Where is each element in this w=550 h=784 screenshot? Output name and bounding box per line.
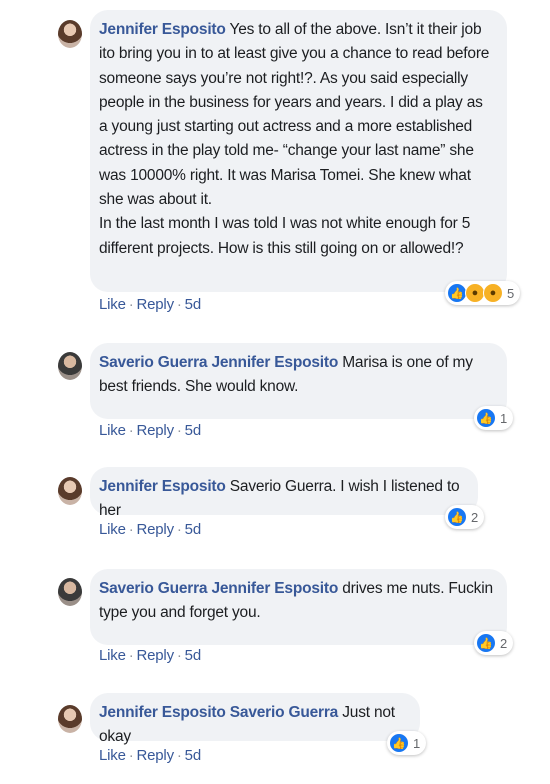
reply-link[interactable]: Reply bbox=[137, 647, 175, 664]
like-icon: 👍 bbox=[476, 408, 496, 428]
comment-author[interactable]: Jennifer Esposito bbox=[99, 704, 226, 721]
comment-mention[interactable]: Jennifer Esposito bbox=[211, 580, 338, 597]
like-icon: 👍 bbox=[447, 507, 467, 527]
reaction-count: 1 bbox=[500, 410, 508, 426]
reaction-summary[interactable]: 👍 2 bbox=[445, 505, 485, 529]
comment-actions: Like · Reply · 5d bbox=[99, 422, 201, 439]
comment-bubble: Jennifer Esposito Saverio Guerra. I wish… bbox=[90, 467, 478, 519]
comment-bubble: Jennifer Esposito Yes to all of the abov… bbox=[90, 10, 507, 292]
reaction-count: 5 bbox=[507, 285, 515, 301]
like-link[interactable]: Like bbox=[99, 296, 126, 313]
reply-link[interactable]: Reply bbox=[137, 521, 175, 538]
like-icon: 👍 bbox=[447, 283, 467, 303]
comment-author[interactable]: Jennifer Esposito bbox=[99, 478, 226, 495]
reaction-summary[interactable]: 👍 2 bbox=[474, 631, 514, 655]
timestamp[interactable]: 5d bbox=[185, 521, 202, 538]
reaction-summary[interactable]: 👍 1 bbox=[387, 731, 427, 755]
timestamp[interactable]: 5d bbox=[185, 647, 202, 664]
comment-bubble: Saverio Guerra Jennifer Esposito drives … bbox=[90, 569, 507, 645]
timestamp[interactable]: 5d bbox=[185, 422, 202, 439]
reaction-summary[interactable]: 👍 1 bbox=[474, 406, 514, 430]
wow-icon: ● bbox=[465, 283, 485, 303]
comment-text: Yes to all of the above. Isn’t it their … bbox=[99, 21, 490, 257]
separator: · bbox=[128, 296, 134, 313]
comment-actions: Like · Reply · 5d bbox=[99, 521, 201, 538]
avatar[interactable] bbox=[58, 477, 82, 505]
reaction-count: 1 bbox=[413, 735, 421, 751]
comment-author[interactable]: Saverio Guerra bbox=[99, 580, 208, 597]
comment-actions: Like · Reply · 5d bbox=[99, 747, 201, 764]
separator: · bbox=[176, 647, 182, 664]
like-icon: 👍 bbox=[476, 633, 496, 653]
avatar[interactable] bbox=[58, 705, 82, 733]
comment-actions: Like · Reply · 5d bbox=[99, 647, 201, 664]
separator: · bbox=[128, 422, 134, 439]
comment-bubble: Saverio Guerra Jennifer Esposito Marisa … bbox=[90, 343, 507, 419]
separator: · bbox=[128, 521, 134, 538]
comment-author[interactable]: Saverio Guerra bbox=[99, 354, 208, 371]
separator: · bbox=[128, 647, 134, 664]
comment-mention[interactable]: Jennifer Esposito bbox=[211, 354, 338, 371]
reaction-count: 2 bbox=[471, 509, 479, 525]
separator: · bbox=[176, 296, 182, 313]
like-link[interactable]: Like bbox=[99, 747, 126, 764]
reaction-count: 2 bbox=[500, 635, 508, 651]
avatar[interactable] bbox=[58, 352, 82, 380]
reply-link[interactable]: Reply bbox=[137, 747, 175, 764]
avatar[interactable] bbox=[58, 20, 82, 48]
timestamp[interactable]: 5d bbox=[185, 296, 202, 313]
comment-mention[interactable]: Saverio Guerra bbox=[230, 704, 339, 721]
avatar[interactable] bbox=[58, 578, 82, 606]
sad-icon: ● bbox=[483, 283, 503, 303]
comment-author[interactable]: Jennifer Esposito bbox=[99, 21, 226, 38]
like-link[interactable]: Like bbox=[99, 521, 126, 538]
reply-link[interactable]: Reply bbox=[137, 422, 175, 439]
comment-bubble: Jennifer Esposito Saverio Guerra Just no… bbox=[90, 693, 420, 745]
comment-thread: Jennifer Esposito Yes to all of the abov… bbox=[0, 0, 550, 784]
like-link[interactable]: Like bbox=[99, 647, 126, 664]
separator: · bbox=[176, 422, 182, 439]
comment-actions: Like · Reply · 5d bbox=[99, 296, 201, 313]
separator: · bbox=[176, 521, 182, 538]
reply-link[interactable]: Reply bbox=[137, 296, 175, 313]
like-link[interactable]: Like bbox=[99, 422, 126, 439]
separator: · bbox=[128, 747, 134, 764]
separator: · bbox=[176, 747, 182, 764]
timestamp[interactable]: 5d bbox=[185, 747, 202, 764]
reaction-summary[interactable]: 👍 ● ● 5 bbox=[445, 281, 521, 305]
like-icon: 👍 bbox=[389, 733, 409, 753]
